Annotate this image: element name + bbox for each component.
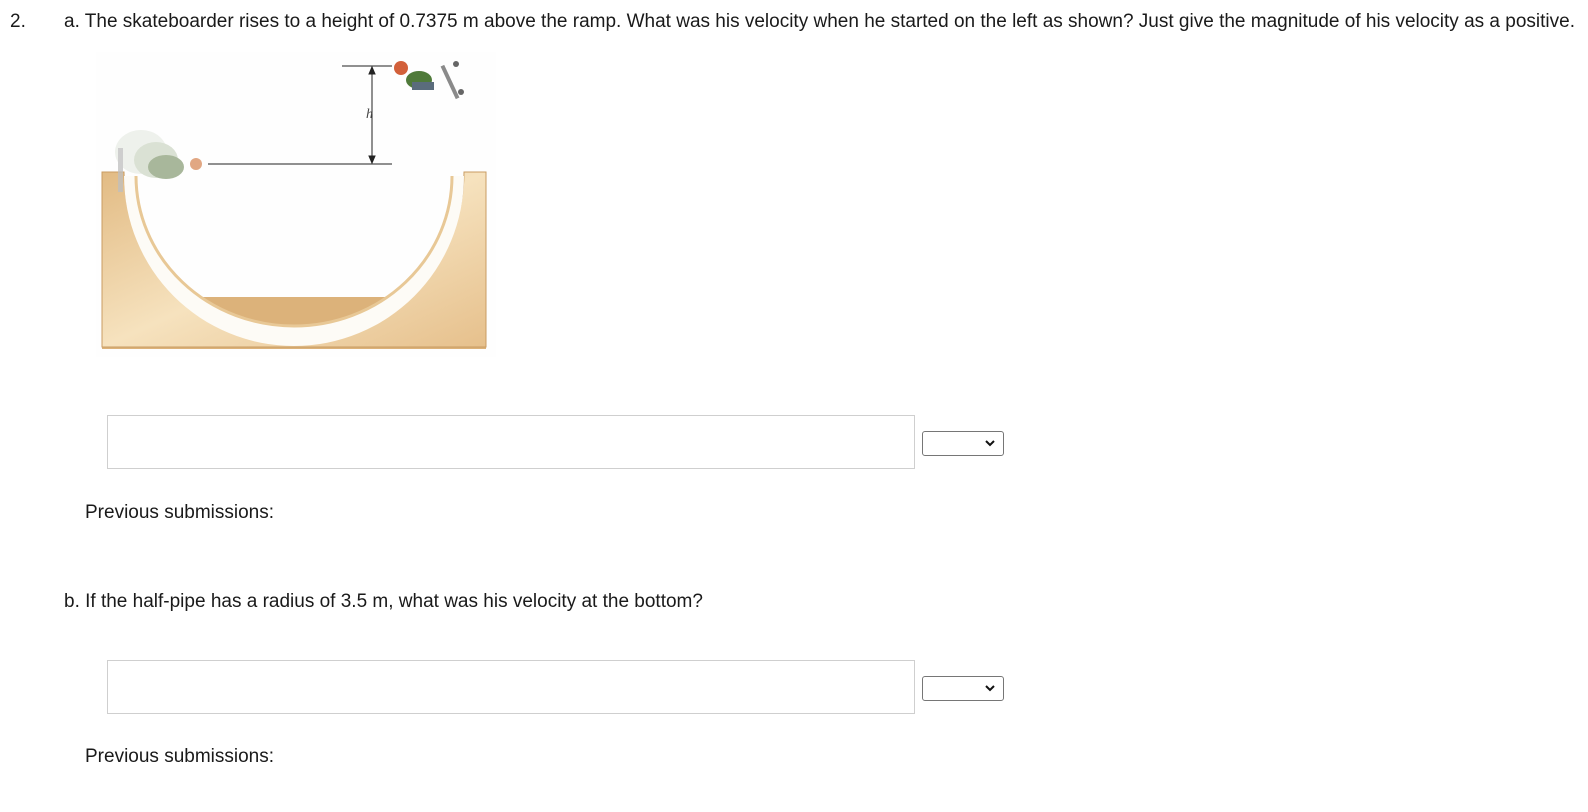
part-b-previous-submissions: Previous submissions:: [85, 746, 275, 767]
part-b-unit-select[interactable]: [922, 676, 1004, 701]
chevron-down-icon: [985, 440, 995, 447]
part-a-previous-submissions: Previous submissions:: [85, 502, 275, 523]
question-number: 2.: [10, 11, 26, 32]
part-b-answer-input[interactable]: [107, 660, 915, 714]
part-a-prompt: a. The skateboarder rises to a height of…: [64, 11, 1575, 32]
height-label: h: [366, 107, 373, 122]
part-b-prompt: b. If the half-pipe has a radius of 3.5 …: [64, 591, 703, 612]
part-a-answer-input[interactable]: [107, 415, 915, 469]
half-pipe-figure: h: [96, 52, 496, 357]
chevron-down-icon: [985, 685, 995, 692]
part-a-unit-select[interactable]: [922, 431, 1004, 456]
